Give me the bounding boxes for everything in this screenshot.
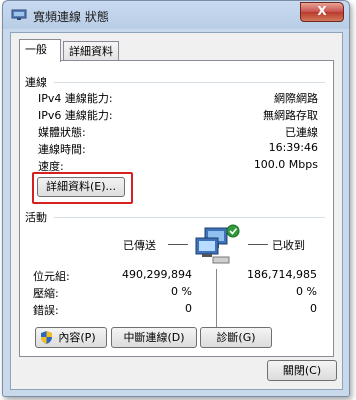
diagnose-button[interactable]: 診斷(G): [200, 327, 272, 348]
title-bar[interactable]: 寬頻連線 狀態 X: [3, 1, 349, 31]
connected-computers-icon: [195, 224, 240, 264]
bytes-label: 位元組:: [33, 270, 70, 283]
media-state-label: 媒體狀態:: [38, 126, 86, 139]
duration-value: 16:39:46: [268, 141, 318, 154]
divider: [54, 217, 325, 218]
divider: [54, 82, 325, 83]
window-title: 寬頻連線 狀態: [33, 10, 109, 24]
dialog-body: 一般 詳細資料 連線 IPv4 連線能力: 網際網路 IPv6 連線能力: 無網…: [10, 32, 343, 390]
status-dialog: 寬頻連線 狀態 X 一般 詳細資料 連線 IPv4 連線能力: 網際網路 IPv…: [2, 0, 350, 397]
shield-icon: [41, 331, 52, 344]
media-state-value: 已連線: [285, 126, 318, 139]
disconnect-button[interactable]: 中斷連線(D): [111, 327, 197, 348]
close-icon[interactable]: X: [300, 2, 344, 22]
compression-label: 壓縮:: [33, 287, 59, 300]
received-label: 已收到: [272, 239, 305, 252]
errors-received: 0: [310, 302, 317, 315]
close-button[interactable]: 關閉(C): [267, 360, 337, 381]
bytes-received: 186,714,985: [247, 268, 317, 281]
errors-sent: 0: [185, 302, 192, 315]
received-line: [248, 244, 268, 245]
compression-sent: 0 %: [171, 285, 192, 298]
compression-received: 0 %: [296, 285, 317, 298]
ipv4-label: IPv4 連線能力:: [38, 92, 113, 105]
properties-button[interactable]: 內容(P): [35, 327, 107, 348]
ipv6-label: IPv6 連線能力:: [38, 109, 113, 122]
sent-label: 已傳送: [123, 239, 156, 252]
tab-details[interactable]: 詳細資料: [63, 41, 119, 61]
network-icon: [11, 9, 27, 20]
tab-panel: 連線 IPv4 連線能力: 網際網路 IPv6 連線能力: 無網路存取 媒體狀態…: [19, 60, 334, 357]
sent-line: [168, 244, 188, 245]
errors-label: 錯誤:: [33, 304, 59, 317]
ipv4-value: 網際網路: [274, 92, 318, 105]
bytes-sent: 490,299,894: [122, 268, 192, 281]
properties-label: 內容(P): [58, 331, 96, 344]
duration-label: 連線時間:: [38, 143, 86, 156]
tab-general[interactable]: 一般: [19, 39, 61, 62]
connection-heading: 連線: [25, 76, 47, 89]
activity-divider: [216, 269, 217, 329]
speed-value: 100.0 Mbps: [253, 158, 318, 171]
ipv6-value: 無網路存取: [263, 109, 318, 122]
activity-heading: 活動: [25, 211, 47, 224]
details-button[interactable]: 詳細資料(E)...: [37, 177, 125, 197]
